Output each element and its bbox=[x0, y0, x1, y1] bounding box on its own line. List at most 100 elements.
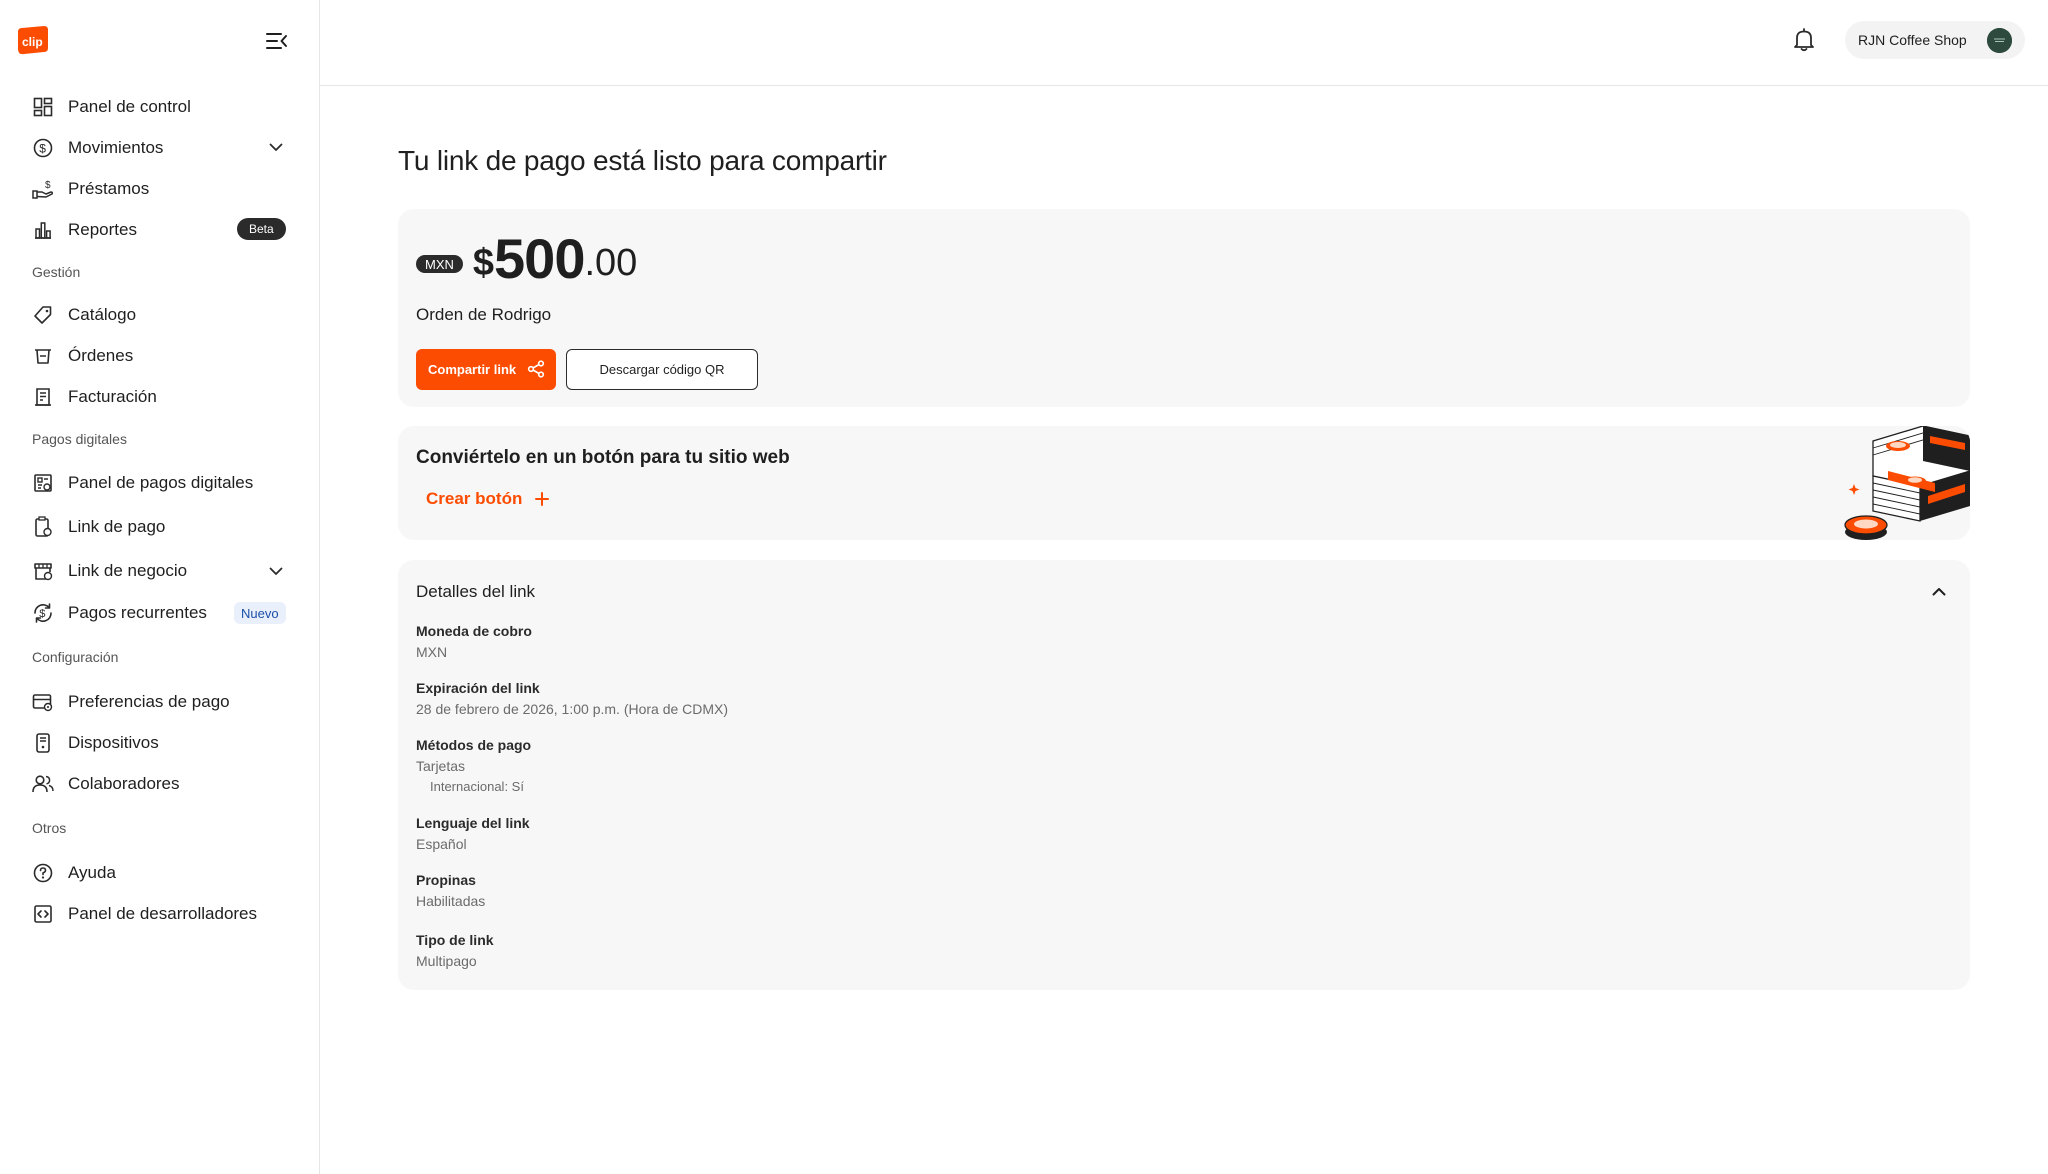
store-link-icon bbox=[32, 560, 54, 582]
sidebar-item-prestamos[interactable]: $ Préstamos bbox=[0, 168, 320, 209]
sidebar-item-panel-de-control[interactable]: Panel de control bbox=[0, 86, 320, 127]
invoice-icon bbox=[32, 386, 54, 408]
page-title: Tu link de pago está listo para comparti… bbox=[398, 145, 887, 176]
field-label-propinas: Propinas bbox=[416, 872, 476, 888]
sidebar-item-facturacion[interactable]: Facturación bbox=[0, 376, 320, 417]
share-link-button[interactable]: Compartir link bbox=[416, 349, 556, 390]
amount-integer: 500 bbox=[494, 227, 585, 290]
sidebar-item-label: Panel de desarrolladores bbox=[68, 903, 258, 923]
code-icon bbox=[32, 903, 54, 925]
amount-display: MXN $ 500 .00 bbox=[416, 231, 637, 287]
field-value-tipo: Multipago bbox=[416, 953, 477, 969]
field-value-lenguaje: Español bbox=[416, 836, 467, 852]
create-button-link[interactable]: Crear botón bbox=[426, 489, 550, 509]
clip-logo[interactable]: clip bbox=[14, 22, 50, 58]
sidebar-item-link-de-negocio[interactable]: Link de negocio bbox=[0, 549, 320, 593]
section-title-otros: Otros bbox=[32, 820, 67, 836]
chevron-down-icon[interactable] bbox=[266, 561, 286, 581]
card-settings-icon bbox=[32, 691, 54, 713]
dashboard-icon bbox=[32, 96, 54, 118]
create-button-label: Crear botón bbox=[426, 489, 523, 508]
sidebar-item-label: Reportes bbox=[68, 219, 137, 239]
sidebar-item-label: Préstamos bbox=[68, 178, 150, 198]
collapse-sidebar-button[interactable] bbox=[264, 28, 290, 54]
sidebar-item-panel-de-desarrolladores[interactable]: Panel de desarrolladores bbox=[0, 893, 320, 934]
payment-link-summary-card: MXN $ 500 .00 Orden de Rodrigo Compartir… bbox=[398, 209, 1970, 407]
field-label-metodos: Métodos de pago bbox=[416, 737, 532, 753]
recurring-dollar-icon: $ bbox=[32, 602, 54, 624]
sidebar-item-ayuda[interactable]: Ayuda bbox=[0, 852, 320, 893]
users-icon bbox=[32, 773, 54, 795]
beta-badge: Beta bbox=[237, 218, 286, 240]
sidebar-item-label: Link de negocio bbox=[68, 561, 188, 580]
sidebar-item-label: Órdenes bbox=[68, 345, 134, 365]
bell-icon bbox=[1794, 28, 1814, 52]
download-qr-label: Descargar código QR bbox=[599, 362, 725, 377]
field-value-propinas: Habilitadas bbox=[416, 893, 486, 909]
sidebar-item-label: Facturación bbox=[68, 386, 157, 406]
currency-badge: MXN bbox=[416, 255, 463, 273]
field-label-moneda: Moneda de cobro bbox=[416, 623, 532, 639]
money-stack-illustration bbox=[1844, 426, 1970, 540]
chevron-up-icon bbox=[1932, 587, 1946, 595]
field-label-lenguaje: Lenguaje del link bbox=[416, 815, 530, 831]
field-label-tipo: Tipo de link bbox=[416, 932, 494, 948]
share-icon bbox=[527, 360, 545, 378]
sidebar-item-colaboradores[interactable]: Colaboradores bbox=[0, 763, 320, 804]
svg-text:$: $ bbox=[45, 180, 51, 191]
tag-icon bbox=[32, 304, 54, 326]
clip-logo-text: clip bbox=[22, 35, 43, 49]
order-name: Orden de Rodrigo bbox=[416, 305, 552, 324]
sidebar-item-label: Link de pago bbox=[68, 517, 166, 536]
svg-text:$: $ bbox=[39, 608, 45, 620]
sidebar-item-label: Preferencias de pago bbox=[68, 691, 230, 711]
dollar-circle-icon: $ bbox=[32, 137, 54, 159]
section-title-configuracion: Configuración bbox=[32, 649, 119, 665]
sidebar-item-label: Panel de control bbox=[68, 96, 191, 116]
help-icon bbox=[32, 862, 54, 884]
sidebar-item-catalogo[interactable]: Catálogo bbox=[0, 294, 320, 335]
field-value-expiracion: 28 de febrero de 2026, 1:00 p.m. (Hora d… bbox=[416, 701, 729, 717]
sidebar-item-ordenes[interactable]: Órdenes bbox=[0, 335, 320, 376]
download-qr-button[interactable]: Descargar código QR bbox=[566, 349, 758, 390]
sidebar-item-link-de-pago[interactable]: Link de pago bbox=[0, 505, 320, 549]
avatar bbox=[1987, 28, 2012, 53]
device-icon bbox=[32, 732, 54, 754]
account-menu[interactable]: RJN Coffee Shop bbox=[1845, 21, 2025, 59]
field-value-moneda: MXN bbox=[416, 644, 448, 660]
svg-text:$: $ bbox=[39, 141, 46, 155]
new-badge: Nuevo bbox=[234, 602, 286, 624]
sidebar-item-label: Panel de pagos digitales bbox=[68, 473, 254, 492]
link-details-card: Detalles del link Moneda de cobro MXN Ex… bbox=[398, 560, 1970, 990]
sidebar-item-dispositivos[interactable]: Dispositivos bbox=[0, 722, 320, 763]
sidebar-item-movimientos[interactable]: $ Movimientos bbox=[0, 127, 320, 168]
sidebar: clip Panel de control $ Movimientos $ Pr… bbox=[0, 0, 320, 1174]
field-value-metodos: Tarjetas bbox=[416, 758, 466, 774]
sidebar-item-label: Movimientos bbox=[68, 137, 164, 157]
sidebar-item-label: Colaboradores bbox=[68, 773, 180, 793]
share-link-label: Compartir link bbox=[428, 362, 517, 377]
notifications-button[interactable] bbox=[1790, 26, 1818, 54]
sidebar-nav: Panel de control $ Movimientos $ Préstam… bbox=[0, 86, 320, 934]
sidebar-item-label: Pagos recurrentes bbox=[68, 603, 207, 622]
collapse-details-button[interactable] bbox=[1928, 580, 1950, 602]
plus-icon bbox=[535, 492, 550, 506]
field-sub-internacional: Internacional: Sí bbox=[430, 779, 524, 794]
loan-hand-icon: $ bbox=[32, 178, 54, 200]
payment-link-icon bbox=[32, 516, 54, 538]
basket-icon bbox=[32, 345, 54, 367]
sidebar-item-pagos-recurrentes[interactable]: $ Pagos recurrentes Nuevo bbox=[0, 593, 320, 633]
chevron-down-icon[interactable] bbox=[266, 137, 286, 157]
section-title-gestion: Gestión bbox=[32, 264, 81, 280]
amount-decimal: .00 bbox=[584, 242, 638, 284]
field-label-expiracion: Expiración del link bbox=[416, 680, 540, 696]
amount-sign: $ bbox=[472, 242, 495, 284]
top-bar bbox=[320, 0, 2048, 86]
sidebar-item-panel-de-pagos-digitales[interactable]: Panel de pagos digitales bbox=[0, 461, 320, 505]
sidebar-item-preferencias-de-pago[interactable]: Preferencias de pago bbox=[0, 681, 320, 722]
menu-collapse-icon bbox=[266, 33, 287, 49]
section-title-pagos-digitales: Pagos digitales bbox=[32, 431, 127, 447]
link-details-title: Detalles del link bbox=[416, 582, 536, 601]
sidebar-item-reportes[interactable]: Reportes Beta bbox=[0, 209, 320, 250]
sidebar-item-label: Dispositivos bbox=[68, 732, 159, 752]
